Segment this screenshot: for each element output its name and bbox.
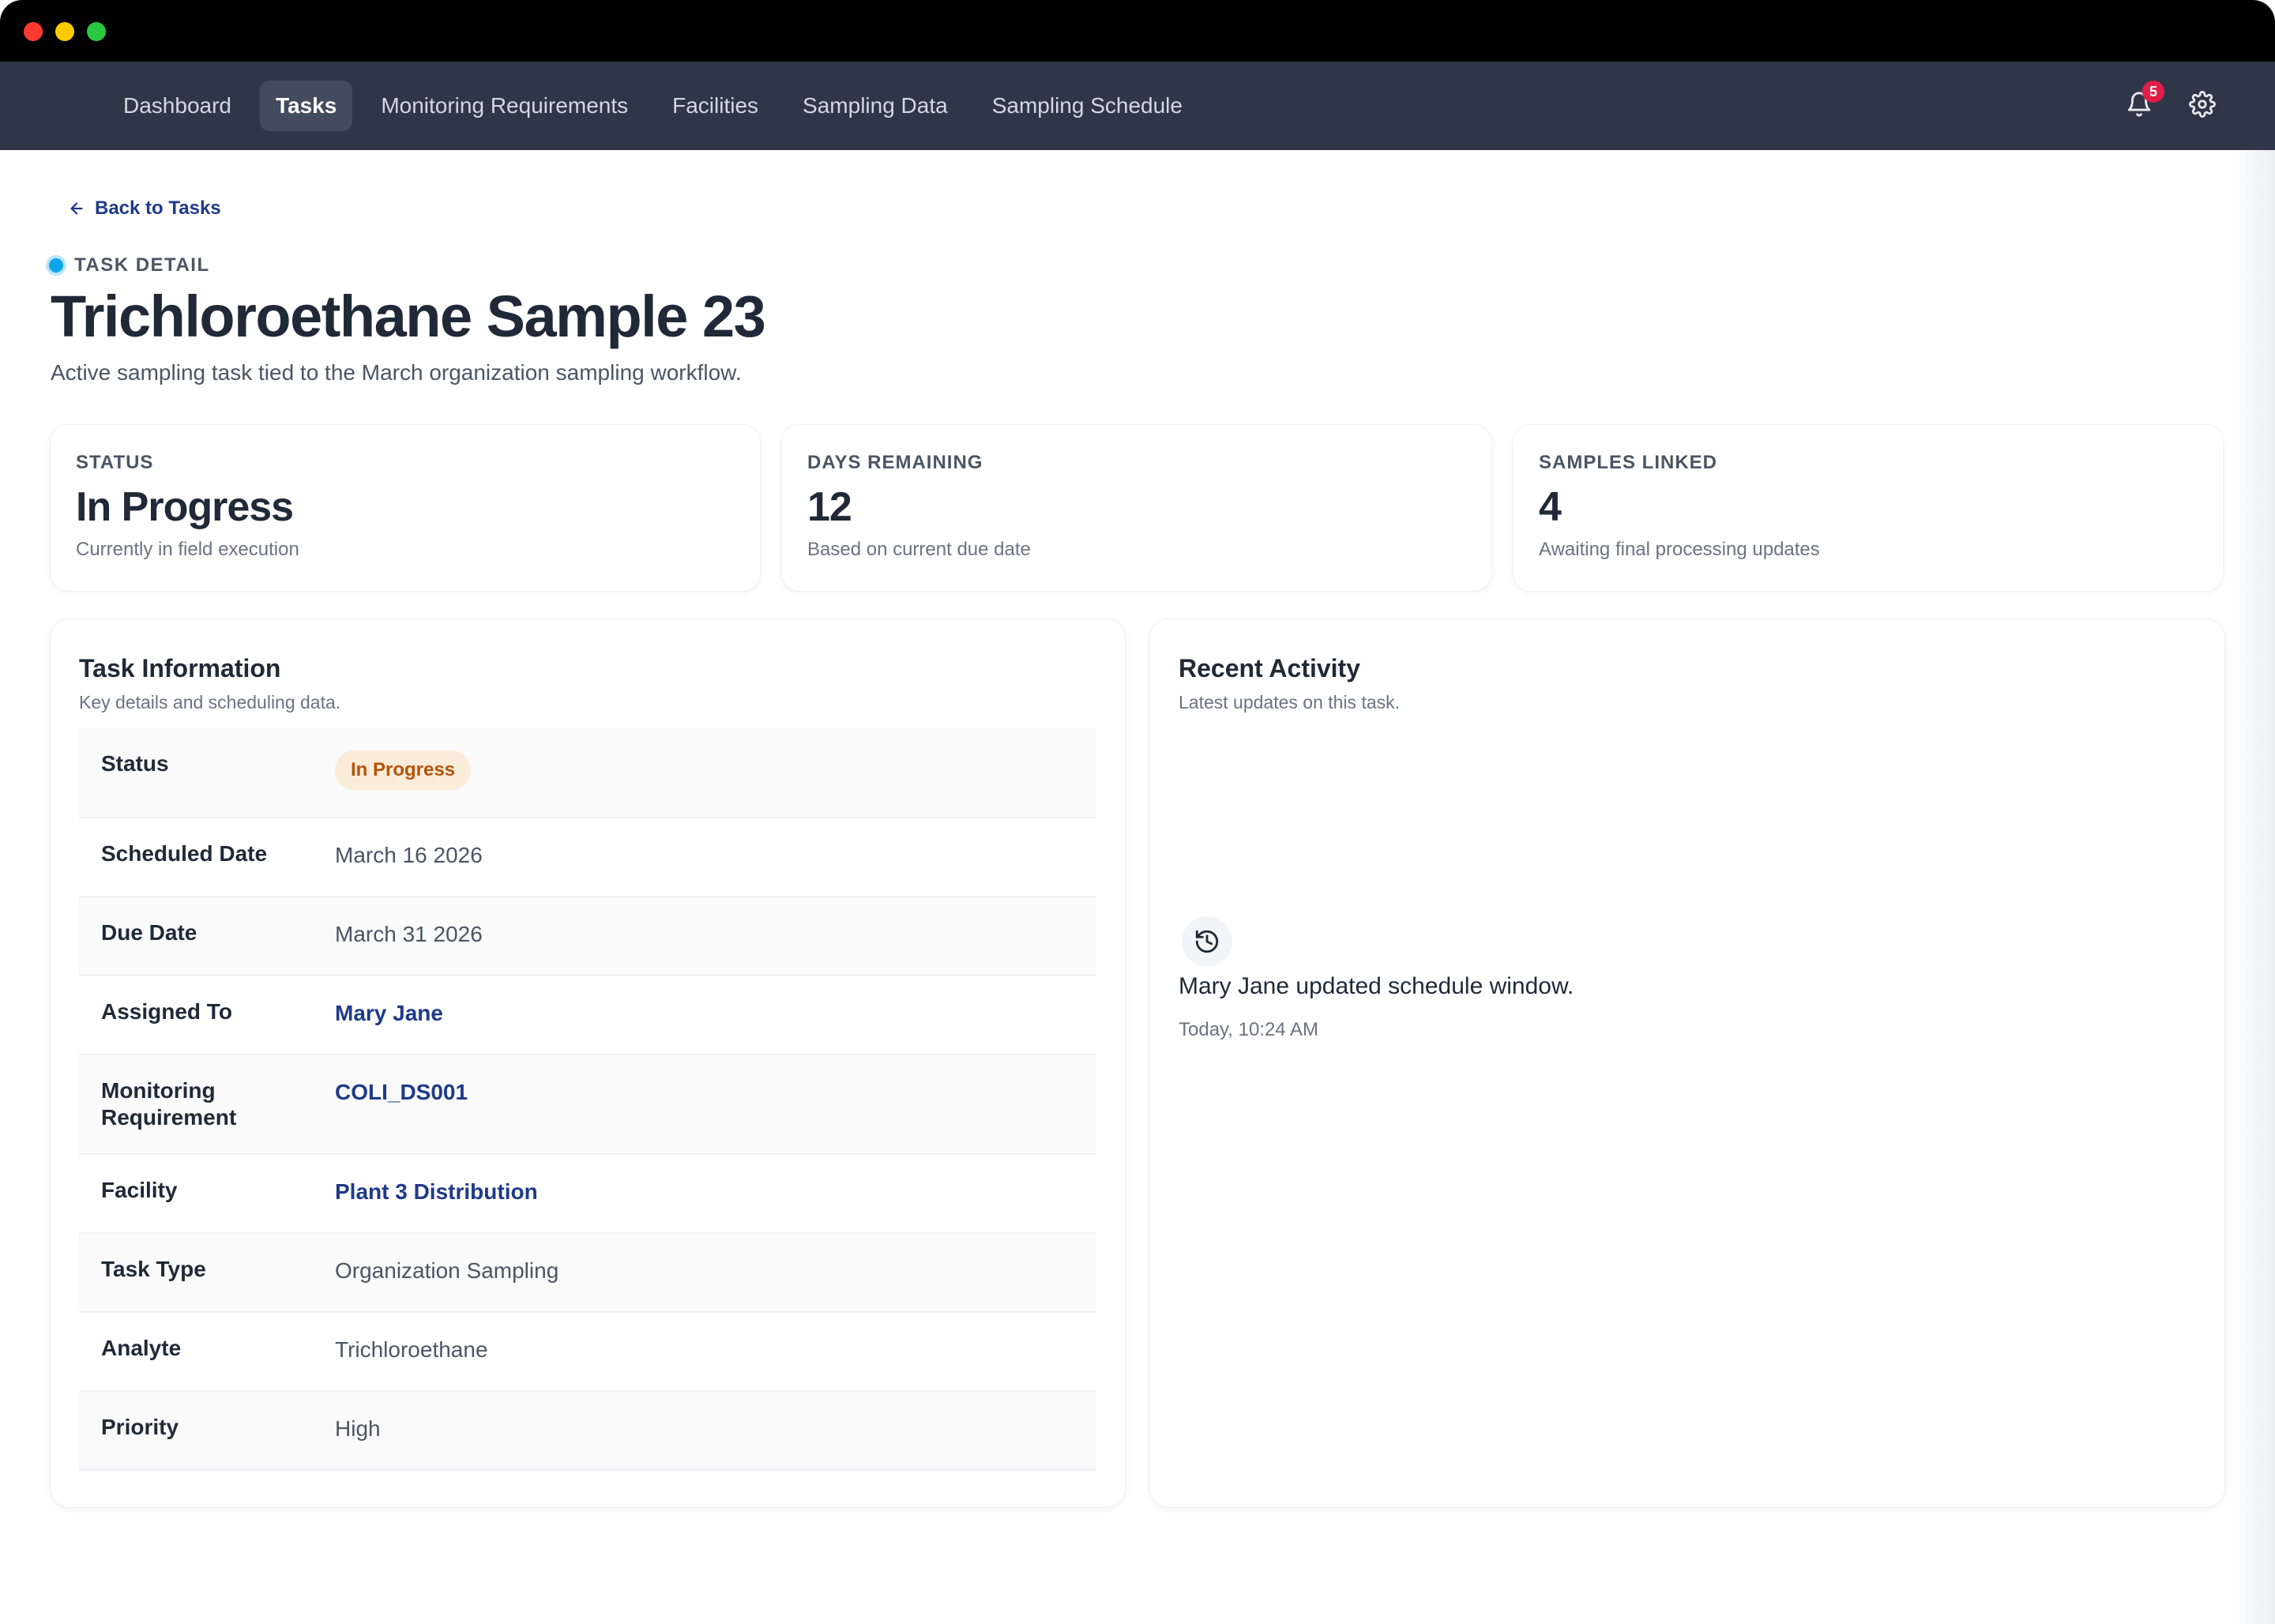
app-window: Dashboard Tasks Monitoring Requirements …	[0, 0, 2275, 1624]
minimize-window-button[interactable]	[55, 22, 74, 41]
stat-hint: Based on current due date	[807, 539, 1031, 560]
panel-subtitle: Key details and scheduling data.	[79, 692, 341, 712]
assigned-to-link[interactable]: Mary Jane	[335, 976, 1096, 1054]
nav-items: Dashboard Tasks Monitoring Requirements …	[107, 81, 1198, 131]
info-row-priority: Priority High	[79, 1392, 1096, 1471]
info-key: Task Type	[101, 1257, 206, 1281]
notifications-button[interactable]: 5	[2122, 81, 2164, 122]
info-row-analyte: Analyte Trichloroethane	[79, 1313, 1096, 1392]
page-subtitle: Active sampling task tied to the March o…	[51, 360, 742, 385]
stat-value: In Progress	[76, 484, 294, 530]
stat-value: 12	[807, 484, 852, 530]
panel-title: Recent Activity	[1179, 654, 1360, 682]
stat-label: DAYS REMAINING	[807, 452, 983, 473]
settings-button[interactable]	[2185, 87, 2220, 122]
info-value: High	[335, 1416, 381, 1441]
arrow-left-icon	[70, 202, 83, 215]
top-navbar: Dashboard Tasks Monitoring Requirements …	[0, 62, 2275, 150]
info-value: In Progress	[335, 728, 1096, 817]
info-row-monitoring-requirement: Monitoring Requirement COLI_DS001	[79, 1055, 1096, 1155]
recent-activity-panel: Recent Activity Latest updates on this t…	[1150, 619, 2224, 1507]
stat-hint: Awaiting final processing updates	[1539, 539, 1820, 560]
stat-card-days-remaining: DAYS REMAINING 12 Based on current due d…	[782, 425, 1491, 591]
info-key: Analyte	[101, 1336, 182, 1360]
info-row-task-type: Task Type Organization Sampling	[79, 1234, 1096, 1313]
info-key: Due Date	[101, 920, 197, 945]
stat-hint: Currently in field execution	[76, 539, 299, 560]
info-row-status: Status In Progress	[79, 728, 1096, 818]
close-window-button[interactable]	[24, 22, 43, 41]
status-badge: In Progress	[335, 750, 472, 790]
stat-label: STATUS	[76, 452, 154, 473]
page-eyebrow: TASK DETAIL	[49, 254, 210, 276]
info-key: Monitoring Requirement	[101, 1078, 237, 1130]
main-content: Back to Tasks TASK DETAIL Trichloroethan…	[0, 150, 2275, 1624]
task-information-panel: Task Information Key details and schedul…	[51, 619, 1125, 1507]
info-row-facility: Facility Plant 3 Distribution	[79, 1155, 1096, 1234]
nav-item-monitoring-requirements[interactable]: Monitoring Requirements	[365, 81, 644, 131]
info-row-assigned-to: Assigned To Mary Jane	[79, 976, 1096, 1055]
activity-item-time: Today, 10:24 AM	[1179, 1019, 1318, 1040]
nav-item-facilities[interactable]: Facilities	[656, 81, 774, 131]
stat-card-samples-linked: SAMPLES LINKED 4 Awaiting final processi…	[1514, 425, 2223, 591]
monitoring-requirement-link[interactable]: COLI_DS001	[335, 1055, 1096, 1153]
activity-item-text: Mary Jane updated schedule window.	[1179, 973, 1574, 999]
eyebrow-label: TASK DETAIL	[74, 254, 210, 276]
task-info-table: Status In Progress Scheduled Date March …	[79, 728, 1096, 1471]
window-titlebar	[0, 0, 2275, 62]
info-key: Status	[101, 751, 169, 776]
info-key: Scheduled Date	[101, 841, 268, 866]
info-key: Facility	[101, 1178, 178, 1202]
nav-item-dashboard[interactable]: Dashboard	[107, 81, 247, 131]
info-row-scheduled-date: Scheduled Date March 16 2026	[79, 818, 1096, 897]
history-icon	[1195, 930, 1219, 953]
back-to-tasks-link[interactable]: Back to Tasks	[68, 197, 221, 220]
facility-link[interactable]: Plant 3 Distribution	[335, 1155, 1096, 1232]
notification-count-badge: 5	[2142, 81, 2164, 103]
info-value: Trichloroethane	[335, 1337, 488, 1362]
nav-item-sampling-schedule[interactable]: Sampling Schedule	[976, 81, 1198, 131]
activity-item-icon	[1182, 916, 1232, 967]
page-title: Trichloroethane Sample 23	[51, 284, 766, 349]
back-link-label: Back to Tasks	[95, 197, 221, 219]
panel-title: Task Information	[79, 654, 281, 682]
info-key: Assigned To	[101, 999, 232, 1024]
stat-label: SAMPLES LINKED	[1539, 452, 1718, 473]
info-row-due-date: Due Date March 31 2026	[79, 897, 1096, 976]
gear-icon	[2189, 91, 2216, 118]
right-edge-shadow	[2228, 150, 2275, 1624]
maximize-window-button[interactable]	[87, 22, 106, 41]
info-value: March 16 2026	[335, 843, 483, 867]
panel-subtitle: Latest updates on this task.	[1179, 692, 1401, 712]
info-value: March 31 2026	[335, 922, 483, 946]
status-dot-icon	[49, 258, 63, 273]
nav-item-tasks[interactable]: Tasks	[259, 81, 353, 131]
stat-value: 4	[1539, 484, 1562, 530]
nav-item-sampling-data[interactable]: Sampling Data	[787, 81, 964, 131]
info-value: Organization Sampling	[335, 1258, 559, 1283]
info-key: Priority	[101, 1415, 179, 1439]
nav-actions: 5	[2122, 81, 2220, 122]
stat-card-status: STATUS In Progress Currently in field ex…	[51, 425, 760, 591]
